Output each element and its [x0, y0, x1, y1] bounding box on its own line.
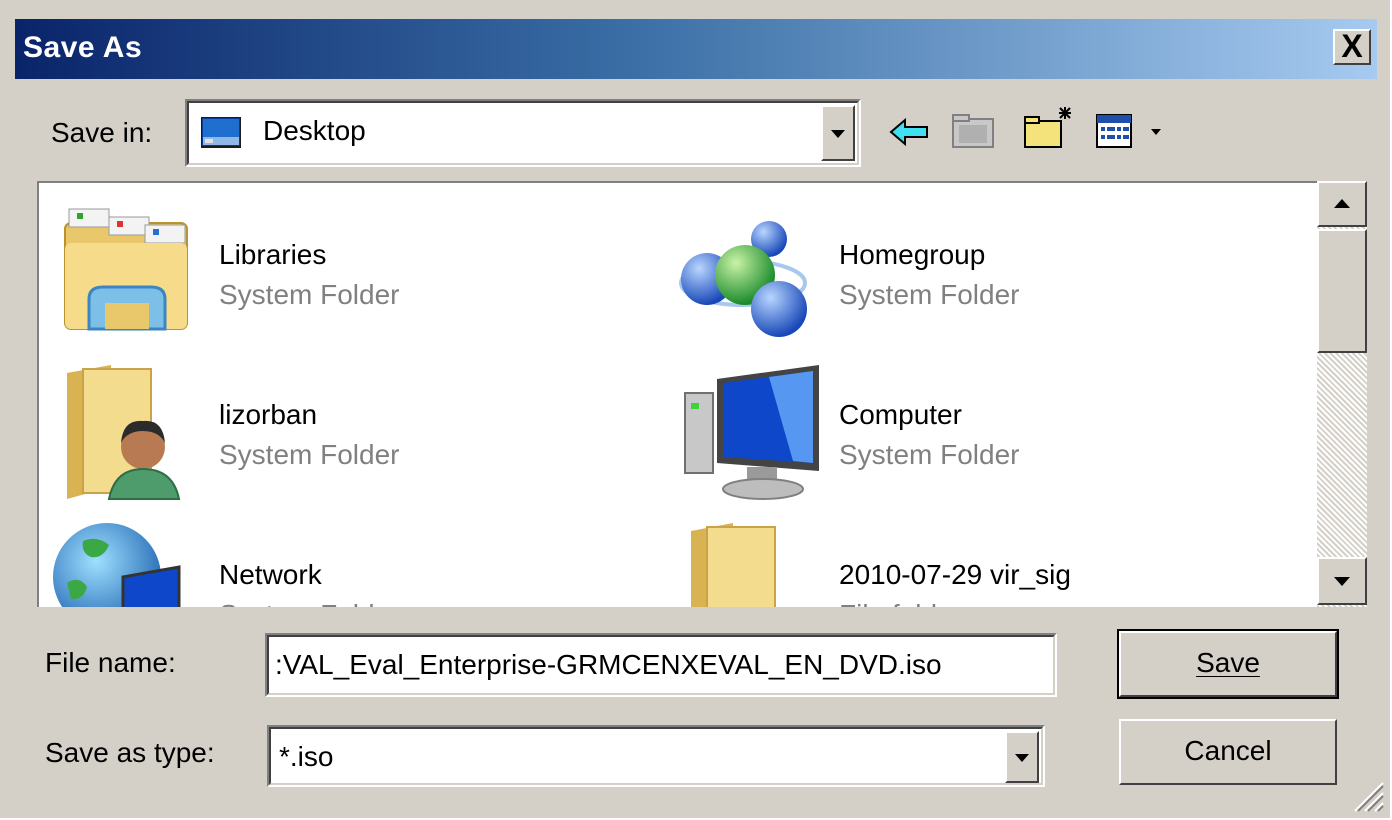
close-icon: X — [1341, 28, 1363, 64]
item-type: File folder — [839, 599, 962, 607]
list-item-vir-sig-folder[interactable]: 2010-07-29 vir_sig File folder — [659, 511, 1319, 607]
scroll-up-button[interactable] — [1317, 181, 1367, 227]
new-folder-icon[interactable] — [1023, 105, 1075, 156]
save-as-type-dropdown-button[interactable] — [1005, 731, 1039, 783]
up-folder-icon[interactable] — [951, 111, 995, 154]
save-in-dropdown-button[interactable] — [821, 105, 855, 161]
arrow-up-icon — [1334, 199, 1350, 208]
arrow-down-icon — [1334, 577, 1350, 586]
item-name: lizorban — [219, 399, 318, 430]
item-name: 2010-07-29 vir_sig — [839, 559, 1071, 590]
scroll-thumb[interactable] — [1317, 229, 1367, 353]
back-arrow-icon[interactable] — [889, 117, 929, 152]
save-as-type-value: *.iso — [279, 741, 334, 772]
list-item-homegroup[interactable]: Homegroup System Folder — [659, 183, 1319, 343]
save-as-type-dropdown[interactable]: *.iso — [267, 725, 1045, 787]
save-button[interactable]: Save — [1117, 629, 1339, 699]
libraries-icon — [59, 203, 189, 338]
network-icon — [53, 517, 183, 607]
save-in-label: Save in: — [51, 117, 153, 148]
list-item-network[interactable]: Network System Folder — [39, 511, 639, 607]
save-button-label: Save — [1196, 647, 1260, 678]
window-title: Save As — [23, 31, 143, 64]
cancel-button[interactable]: Cancel — [1119, 719, 1337, 785]
item-type: System Folder — [219, 439, 400, 470]
file-list[interactable]: Libraries System Folder Homegroup System… — [37, 181, 1367, 607]
list-item-computer[interactable]: Computer System Folder — [659, 347, 1319, 507]
item-type: System Folder — [839, 279, 1020, 310]
close-button[interactable]: X — [1333, 29, 1371, 65]
resize-grip-icon[interactable] — [1349, 777, 1385, 813]
item-name: Computer — [839, 399, 962, 430]
file-list-scrollbar[interactable] — [1317, 181, 1367, 607]
homegroup-icon — [675, 219, 811, 348]
list-item-libraries[interactable]: Libraries System Folder — [39, 183, 639, 343]
title-bar[interactable]: Save As X — [15, 19, 1377, 79]
folder-icon — [689, 523, 789, 607]
item-type: System Folder — [219, 279, 400, 310]
chevron-down-icon — [1015, 754, 1029, 762]
desktop-icon — [200, 116, 242, 148]
save-as-dialog: Save As X Save in: Desktop Libraries Sys… — [0, 0, 1390, 818]
scroll-down-button[interactable] — [1317, 557, 1367, 605]
save-in-value: Desktop — [263, 115, 366, 146]
list-item-lizorban[interactable]: lizorban System Folder — [39, 347, 639, 507]
item-name: Libraries — [219, 239, 327, 270]
cancel-button-label: Cancel — [1184, 735, 1272, 766]
save-as-type-label: Save as type: — [45, 737, 215, 768]
view-menu-icon[interactable] — [1095, 113, 1167, 154]
file-name-label: File name: — [45, 647, 176, 678]
save-in-dropdown[interactable]: Desktop — [185, 99, 861, 167]
user-folder-icon — [63, 363, 193, 508]
item-name: Homegroup — [839, 239, 986, 270]
computer-icon — [683, 363, 823, 508]
item-type: System Folder — [219, 599, 400, 607]
file-name-input[interactable]: :VAL_Eval_Enterprise-GRMCENXEVAL_EN_DVD.… — [265, 633, 1057, 697]
chevron-down-icon — [831, 130, 845, 138]
file-name-value: :VAL_Eval_Enterprise-GRMCENXEVAL_EN_DVD.… — [275, 649, 942, 680]
item-name: Network — [219, 559, 322, 590]
item-type: System Folder — [839, 439, 1020, 470]
